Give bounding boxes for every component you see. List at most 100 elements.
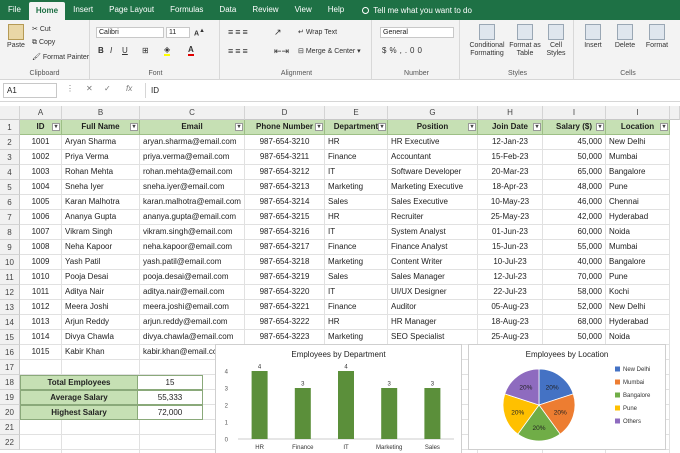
row-header[interactable]: 12 — [0, 285, 20, 300]
row-header[interactable]: 18 — [0, 375, 20, 390]
table-cell[interactable]: 1010 — [20, 270, 62, 285]
table-cell[interactable]: 987-654-3211 — [245, 150, 325, 165]
table-cell[interactable]: UI/UX Designer — [388, 285, 478, 300]
table-cell[interactable]: Software Developer — [388, 165, 478, 180]
table-cell[interactable]: Sales Executive — [388, 195, 478, 210]
table-cell[interactable]: 70,000 — [543, 270, 606, 285]
table-cell[interactable]: Accountant — [388, 150, 478, 165]
table-cell[interactable]: Karan Malhotra — [62, 195, 140, 210]
table-cell[interactable]: Bangalore — [606, 255, 670, 270]
filter-dropdown-icon[interactable]: ▾ — [468, 123, 476, 131]
wrap-text-button[interactable]: ↵ Wrap Text — [298, 28, 337, 36]
menu-tab-formulas[interactable]: Formulas — [162, 0, 211, 20]
table-cell[interactable]: HR — [325, 315, 388, 330]
table-cell[interactable]: 987-654-3217 — [245, 240, 325, 255]
table-cell[interactable]: 987-654-3219 — [245, 270, 325, 285]
table-cell[interactable]: 01-Jun-23 — [478, 225, 543, 240]
row-header[interactable]: 20 — [0, 405, 20, 420]
table-header-cell[interactable]: Location ▾ — [606, 120, 670, 135]
paste-button[interactable]: Paste — [3, 24, 29, 50]
table-cell[interactable]: 987-654-3212 — [245, 165, 325, 180]
table-cell[interactable]: 25-Aug-23 — [478, 330, 543, 345]
column-header[interactable]: B — [62, 106, 140, 120]
row-header[interactable]: 22 — [0, 435, 20, 450]
underline-button[interactable]: U — [122, 46, 128, 55]
table-cell[interactable]: 12-Jul-23 — [478, 270, 543, 285]
enter-icon[interactable]: ✓ — [104, 84, 111, 93]
table-cell[interactable]: neha.kapoor@email.com — [140, 240, 245, 255]
table-cell[interactable]: 1013 — [20, 315, 62, 330]
row-header[interactable]: 13 — [0, 300, 20, 315]
row-header[interactable]: 14 — [0, 315, 20, 330]
table-cell[interactable]: Neha Kapoor — [62, 240, 140, 255]
delete-cells-button[interactable]: Delete — [610, 24, 640, 50]
table-cell[interactable]: Pune — [606, 180, 670, 195]
table-cell[interactable]: Pune — [606, 270, 670, 285]
menu-tab-view[interactable]: View — [287, 0, 320, 20]
table-cell[interactable]: 18-Apr-23 — [478, 180, 543, 195]
table-cell[interactable]: Bangalore — [606, 165, 670, 180]
table-cell[interactable]: 987-654-3215 — [245, 210, 325, 225]
table-cell[interactable]: Content Writer — [388, 255, 478, 270]
table-cell[interactable]: Aryan Sharma — [62, 135, 140, 150]
table-cell[interactable]: Marketing — [325, 180, 388, 195]
table-cell[interactable]: Rohan Mehta — [62, 165, 140, 180]
table-cell[interactable]: Kochi — [606, 285, 670, 300]
table-cell[interactable]: vikram.singh@email.com — [140, 225, 245, 240]
table-cell[interactable]: arjun.reddy@email.com — [140, 315, 245, 330]
filter-dropdown-icon[interactable]: ▾ — [315, 123, 323, 131]
table-cell[interactable]: Kabir Khan — [62, 345, 140, 360]
table-cell[interactable]: 12-Jan-23 — [478, 135, 543, 150]
table-cell[interactable]: Finance — [325, 150, 388, 165]
row-header[interactable]: 2 — [0, 135, 20, 150]
table-cell[interactable]: 65,000 — [543, 165, 606, 180]
filter-dropdown-icon[interactable]: ▾ — [52, 123, 60, 131]
table-cell[interactable]: 1014 — [20, 330, 62, 345]
table-cell[interactable]: 1011 — [20, 285, 62, 300]
table-cell[interactable]: 58,000 — [543, 285, 606, 300]
table-cell[interactable]: 987-654-3213 — [245, 180, 325, 195]
row-header[interactable]: 15 — [0, 330, 20, 345]
table-cell[interactable]: 15-Jun-23 — [478, 240, 543, 255]
table-cell[interactable]: 46,000 — [543, 195, 606, 210]
column-header[interactable]: D — [245, 106, 325, 120]
column-header[interactable]: A — [20, 106, 62, 120]
row-header[interactable]: 3 — [0, 150, 20, 165]
row-header[interactable]: 19 — [0, 390, 20, 405]
table-cell[interactable]: 40,000 — [543, 255, 606, 270]
table-cell[interactable]: Aditya Nair — [62, 285, 140, 300]
font-color-button[interactable]: A — [188, 45, 194, 56]
insert-function-button[interactable]: fx — [126, 84, 132, 93]
table-header-cell[interactable]: Position ▾ — [388, 120, 478, 135]
filter-dropdown-icon[interactable]: ▾ — [596, 123, 604, 131]
table-cell[interactable]: Noida — [606, 330, 670, 345]
table-cell[interactable]: 1004 — [20, 180, 62, 195]
table-cell[interactable]: 25-May-23 — [478, 210, 543, 225]
borders-button[interactable]: ⊞ — [142, 46, 149, 55]
table-cell[interactable]: Priya Verma — [62, 150, 140, 165]
table-cell[interactable]: 1002 — [20, 150, 62, 165]
format-as-table-button[interactable]: Format as Table — [508, 24, 542, 58]
table-cell[interactable]: Marketing Executive — [388, 180, 478, 195]
column-header[interactable]: G — [388, 106, 478, 120]
table-header-cell[interactable]: Salary ($) ▾ — [543, 120, 606, 135]
table-cell[interactable]: HR — [325, 135, 388, 150]
column-header[interactable] — [670, 106, 680, 120]
table-cell[interactable]: 42,000 — [543, 210, 606, 225]
menu-tab-help[interactable]: Help — [320, 0, 352, 20]
vertical-align-buttons[interactable]: ≡≡≡ — [228, 27, 250, 37]
table-cell[interactable]: aditya.nair@email.com — [140, 285, 245, 300]
column-header[interactable]: C — [140, 106, 245, 120]
table-cell[interactable]: 10-Jul-23 — [478, 255, 543, 270]
table-cell[interactable]: sneha.iyer@email.com — [140, 180, 245, 195]
row-header[interactable]: 8 — [0, 225, 20, 240]
table-cell[interactable]: 52,000 — [543, 300, 606, 315]
table-cell[interactable]: 45,000 — [543, 135, 606, 150]
menu-tab-review[interactable]: Review — [244, 0, 286, 20]
table-header-cell[interactable]: Full Name ▾ — [62, 120, 140, 135]
table-cell[interactable]: 05-Aug-23 — [478, 300, 543, 315]
table-cell[interactable]: Sales — [325, 195, 388, 210]
table-cell[interactable]: divya.chawla@email.com — [140, 330, 245, 345]
table-cell[interactable]: Ananya Gupta — [62, 210, 140, 225]
table-cell[interactable]: Mumbai — [606, 240, 670, 255]
